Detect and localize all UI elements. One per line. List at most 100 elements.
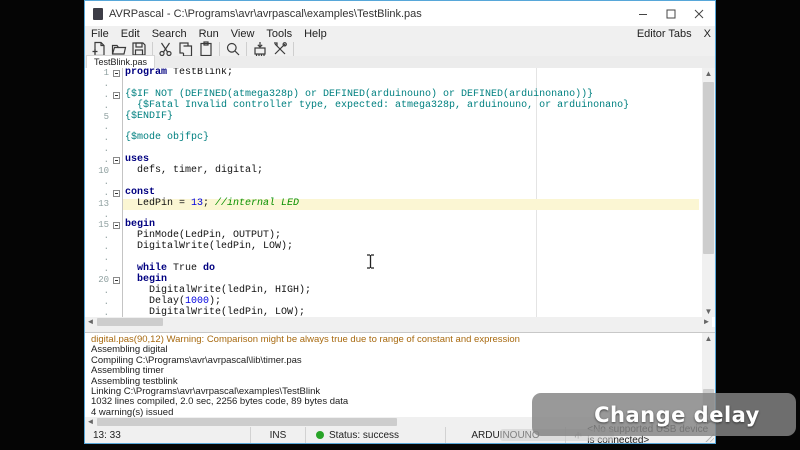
menu-file[interactable]: File bbox=[85, 28, 115, 40]
toolbar-separator bbox=[293, 42, 294, 56]
code-line-11[interactable]: . bbox=[85, 177, 699, 188]
code-text: while True do bbox=[123, 264, 699, 275]
line-number: . bbox=[85, 210, 109, 221]
message-line[interactable]: Assembling timer bbox=[91, 366, 699, 376]
line-number: . bbox=[85, 90, 109, 101]
fold-collapse-icon[interactable] bbox=[113, 222, 120, 229]
editor-vscroll-thumb[interactable] bbox=[703, 82, 714, 254]
menu-help[interactable]: Help bbox=[298, 28, 333, 40]
change-delay-overlay[interactable]: Change delay bbox=[532, 393, 796, 436]
line-number: . bbox=[85, 177, 109, 188]
menu-run[interactable]: Run bbox=[193, 28, 225, 40]
code-line-14[interactable]: . bbox=[85, 210, 699, 221]
editor-hscroll-thumb[interactable] bbox=[97, 318, 163, 326]
fold-column bbox=[109, 275, 123, 286]
code-text: {$Fatal Invalid controller type, expecte… bbox=[123, 101, 699, 112]
line-number: . bbox=[85, 79, 109, 90]
code-area[interactable]: 1program TestBlink;..{$IF NOT (DEFINED(a… bbox=[85, 68, 699, 317]
title-bar: AVRPascal - C:\Programs\avr\avrpascal\ex… bbox=[85, 1, 715, 26]
tools-icon bbox=[272, 41, 288, 57]
code-text: LedPin = 13; //internal LED bbox=[123, 199, 699, 210]
minimize-icon bbox=[638, 9, 648, 19]
fold-collapse-icon[interactable] bbox=[113, 70, 120, 77]
code-line-1[interactable]: 1program TestBlink; bbox=[85, 68, 699, 79]
maximize-icon bbox=[666, 9, 676, 19]
scroll-right-icon[interactable]: ► bbox=[701, 317, 712, 327]
fold-collapse-icon[interactable] bbox=[113, 157, 120, 164]
line-number: . bbox=[85, 286, 109, 297]
code-line-4[interactable]: . {$Fatal Invalid controller type, expec… bbox=[85, 101, 699, 112]
menu-view[interactable]: View bbox=[225, 28, 261, 40]
close-button[interactable] bbox=[685, 1, 713, 26]
code-text bbox=[123, 122, 699, 133]
messages-hscroll-thumb[interactable] bbox=[97, 418, 397, 426]
code-line-17[interactable]: . DigitalWrite(ledPin, LOW); bbox=[85, 242, 699, 253]
toolbar bbox=[85, 42, 715, 56]
editor-horizontal-scrollbar[interactable]: ◄ ► bbox=[85, 317, 712, 327]
cut-icon bbox=[158, 41, 174, 57]
menu-search[interactable]: Search bbox=[146, 28, 193, 40]
window-title: AVRPascal - C:\Programs\avr\avrpascal\ex… bbox=[109, 8, 422, 20]
fold-column bbox=[109, 90, 123, 101]
menu-edit[interactable]: Edit bbox=[115, 28, 146, 40]
paste-icon bbox=[198, 41, 214, 57]
fold-column bbox=[109, 210, 123, 221]
line-number: . bbox=[85, 133, 109, 144]
code-line-13[interactable]: 13 LedPin = 13; //internal LED bbox=[85, 199, 699, 210]
cursor-position: 13: 33 bbox=[85, 427, 251, 443]
maximize-button[interactable] bbox=[657, 1, 685, 26]
menu-tools[interactable]: Tools bbox=[260, 28, 298, 40]
compile-status: Status: success bbox=[306, 427, 446, 443]
close-icon bbox=[694, 9, 704, 19]
line-number: . bbox=[85, 155, 109, 166]
avrpascal-window: AVRPascal - C:\Programs\avr\avrpascal\ex… bbox=[84, 0, 716, 444]
message-line[interactable]: Compiling C:\Programs\avr\avrpascal\lib\… bbox=[91, 356, 699, 366]
code-line-23[interactable]: . DigitalWrite(ledPin, LOW); bbox=[85, 308, 699, 317]
scroll-left-icon[interactable]: ◄ bbox=[85, 417, 96, 427]
fold-column bbox=[109, 112, 123, 123]
editor-tabs-close[interactable]: X bbox=[704, 28, 711, 40]
line-number: . bbox=[85, 264, 109, 275]
fold-column bbox=[109, 155, 123, 166]
line-number: . bbox=[85, 188, 109, 199]
line-number: 10 bbox=[85, 166, 109, 177]
code-line-8[interactable]: . bbox=[85, 144, 699, 155]
line-number: . bbox=[85, 253, 109, 264]
fold-column bbox=[109, 253, 123, 264]
fold-column bbox=[109, 122, 123, 133]
scroll-down-icon[interactable]: ▼ bbox=[702, 306, 715, 317]
fold-column bbox=[109, 242, 123, 253]
line-number: 15 bbox=[85, 220, 109, 231]
fold-collapse-icon[interactable] bbox=[113, 277, 120, 284]
editor-tabs-label[interactable]: Editor Tabs bbox=[637, 28, 692, 40]
code-text: DigitalWrite(ledPin, LOW); bbox=[123, 242, 699, 253]
scroll-up-icon[interactable]: ▲ bbox=[702, 68, 715, 79]
fold-column bbox=[109, 133, 123, 144]
minimize-button[interactable] bbox=[629, 1, 657, 26]
app-icon bbox=[93, 8, 103, 20]
line-number: . bbox=[85, 242, 109, 253]
scroll-up-icon[interactable]: ▲ bbox=[702, 333, 715, 344]
insert-mode: INS bbox=[251, 427, 306, 443]
gutter-separator bbox=[122, 68, 123, 317]
fold-column bbox=[109, 68, 123, 79]
message-warning[interactable]: digital.pas(90,12) Warning: Comparison m… bbox=[91, 335, 699, 345]
scroll-left-icon[interactable]: ◄ bbox=[85, 317, 96, 327]
editor-vertical-scrollbar[interactable]: ▲ ▼ bbox=[702, 68, 715, 317]
fold-collapse-icon[interactable] bbox=[113, 92, 120, 99]
code-line-7[interactable]: . {$mode objfpc} bbox=[85, 133, 699, 144]
screen: AVRPascal - C:\Programs\avr\avrpascal\ex… bbox=[0, 0, 800, 450]
line-number: . bbox=[85, 122, 109, 133]
code-editor[interactable]: 1program TestBlink;..{$IF NOT (DEFINED(a… bbox=[85, 68, 715, 327]
toolbar-separator bbox=[152, 42, 153, 56]
tab-testblink[interactable]: TestBlink.pas bbox=[86, 55, 155, 68]
fold-collapse-icon[interactable] bbox=[113, 190, 120, 197]
line-number: 13 bbox=[85, 199, 109, 210]
line-number: 5 bbox=[85, 112, 109, 123]
code-line-5[interactable]: 5{$ENDIF} bbox=[85, 112, 699, 123]
code-line-19[interactable]: . while True do bbox=[85, 264, 699, 275]
code-text: {$mode objfpc} bbox=[123, 133, 699, 144]
overlay-label: Change delay bbox=[594, 403, 760, 427]
code-text: DigitalWrite(ledPin, LOW); bbox=[123, 308, 699, 317]
code-line-10[interactable]: 10 defs, timer, digital; bbox=[85, 166, 699, 177]
